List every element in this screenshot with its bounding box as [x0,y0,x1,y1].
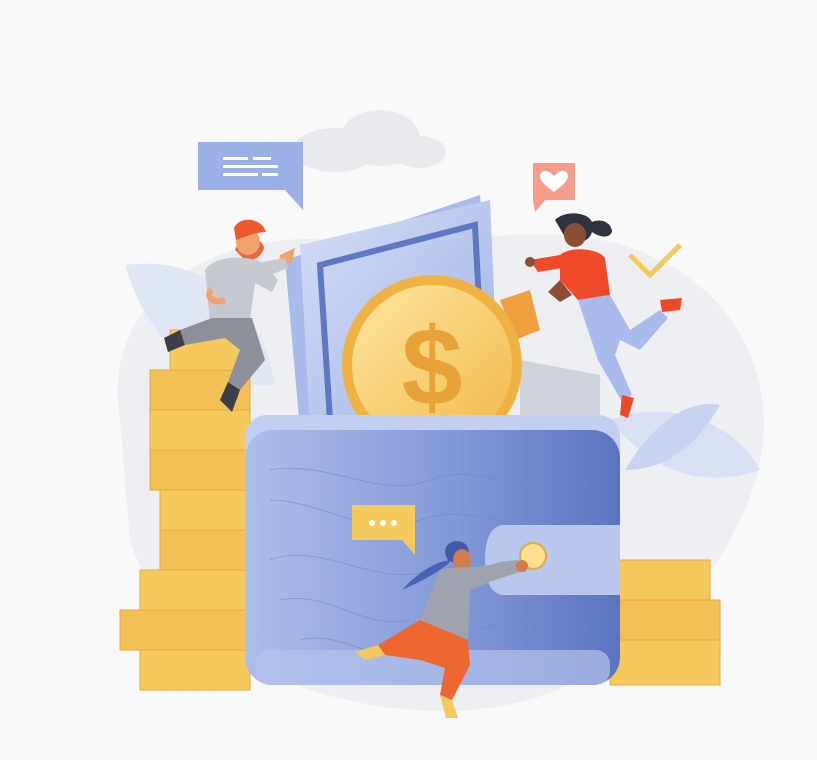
heart-icon [533,163,575,212]
wallet-illustration: $ [117,110,764,718]
chat-lines-icon [198,142,303,210]
dollar-icon: $ [401,306,462,429]
cloud [293,110,446,172]
